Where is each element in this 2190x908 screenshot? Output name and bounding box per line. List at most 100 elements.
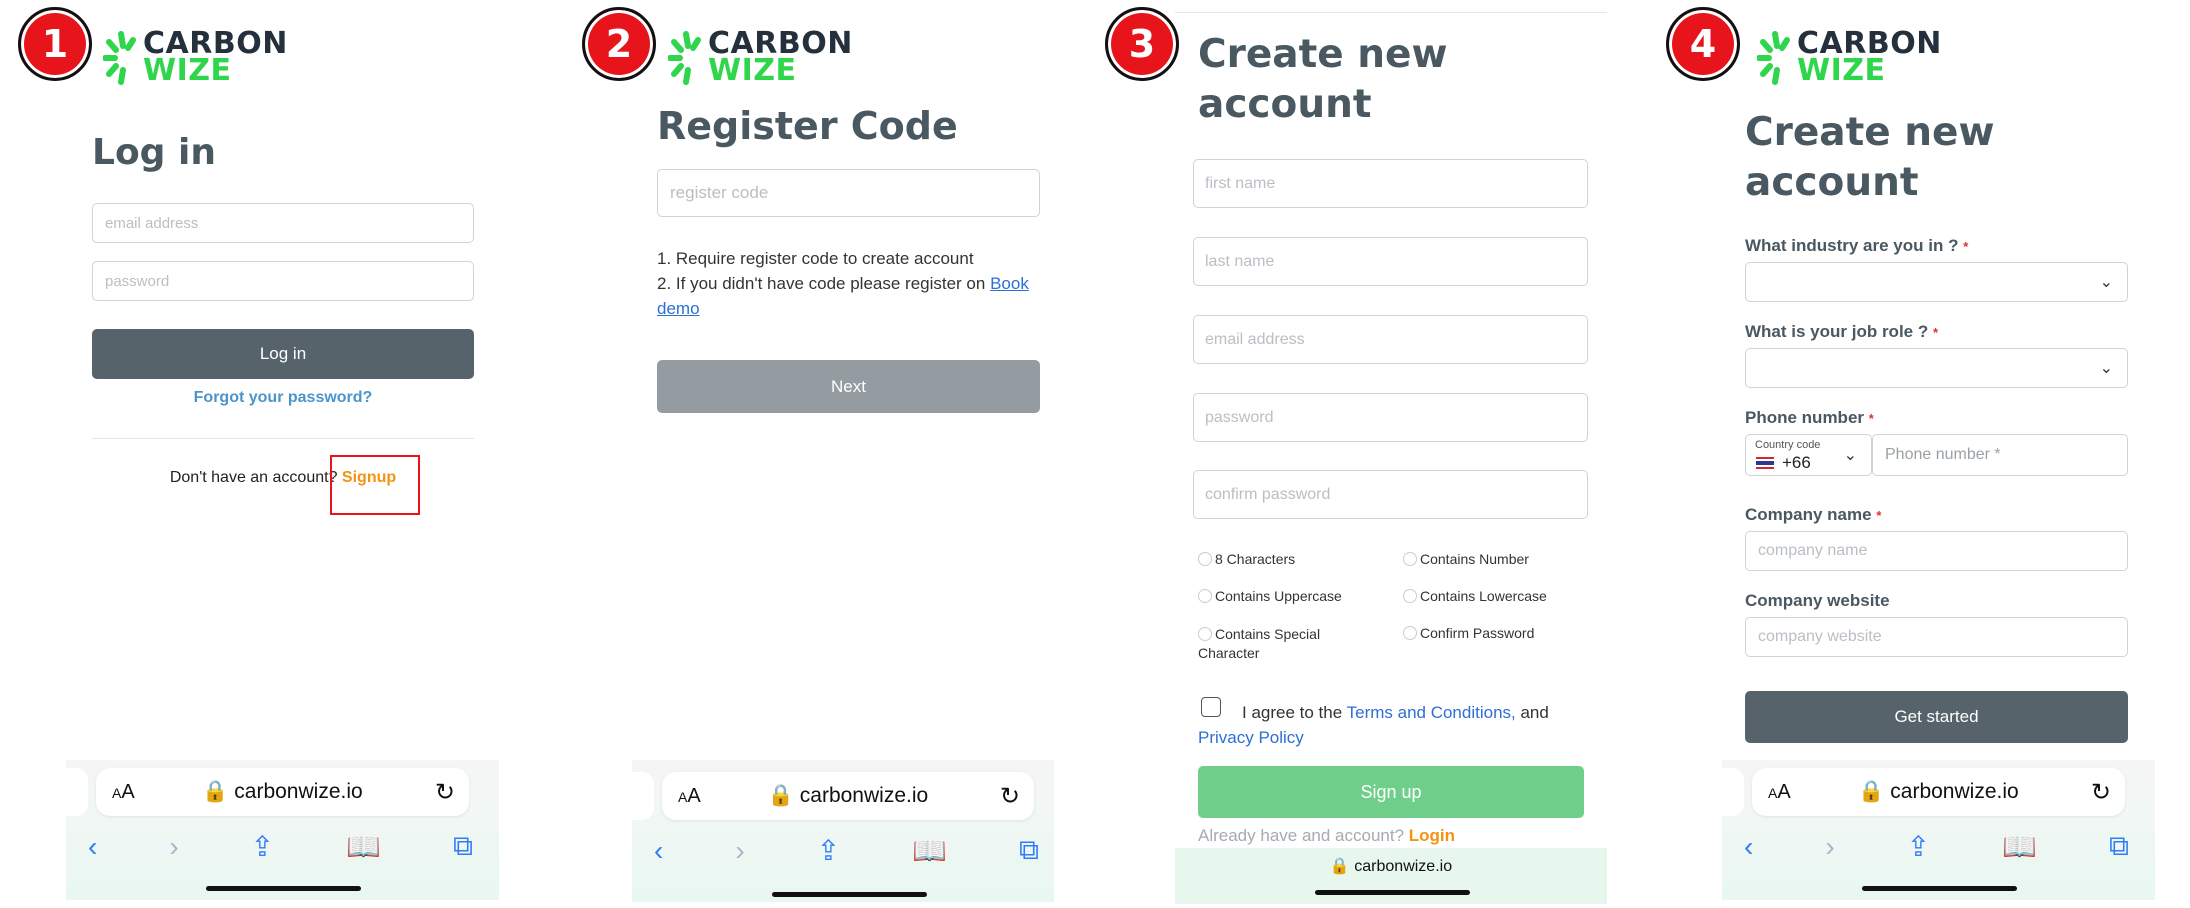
forward-icon[interactable]: › <box>1825 831 1834 863</box>
step-badge-3: 3 <box>1105 7 1179 81</box>
website-placeholder: company website <box>1758 628 1882 645</box>
back-icon[interactable]: ‹ <box>88 831 97 863</box>
company-input[interactable]: company name <box>1745 531 2128 571</box>
check-circle-icon <box>1198 627 1212 641</box>
password-placeholder: password <box>105 272 170 290</box>
home-indicator <box>1862 886 2017 891</box>
register-notes: 1. Require register code to create accou… <box>657 246 1057 321</box>
website-input[interactable]: company website <box>1745 617 2128 657</box>
check-special: Contains Special Character <box>1198 626 1321 661</box>
login-button-label: Log in <box>259 344 307 363</box>
book-demo-link[interactable]: Book <box>990 274 1029 293</box>
logo-word-wize: WIZE <box>708 53 797 88</box>
last-name-input[interactable]: last name <box>1193 237 1588 286</box>
phone-label: Phone number * <box>1745 408 1874 427</box>
address-bar[interactable]: AA 🔒 carbonwize.io ↻ <box>662 772 1034 820</box>
reload-icon[interactable]: ↻ <box>1000 782 1020 811</box>
forward-icon[interactable]: › <box>169 831 178 863</box>
next-button-label: Next <box>831 376 866 396</box>
back-icon[interactable]: ‹ <box>654 835 663 867</box>
country-code-caption: Country code <box>1755 439 1821 451</box>
email-placeholder: email address <box>1205 330 1305 348</box>
share-icon[interactable]: ⇪ <box>817 834 840 867</box>
login-link[interactable]: Login <box>1409 826 1455 845</box>
bookmarks-icon[interactable]: 📖 <box>912 834 947 867</box>
job-role-label: What is your job role ? * <box>1745 322 1939 341</box>
back-icon[interactable]: ‹ <box>1744 831 1753 863</box>
page-title: Log in <box>92 132 216 173</box>
email-input[interactable]: email address <box>1193 315 1588 364</box>
step-badge-4: 4 <box>1666 7 1740 81</box>
home-indicator <box>206 886 361 891</box>
safari-toolbar: AA 🔒 carbonwize.io ↻ ‹ › ⇪ 📖 ⧉ <box>1722 760 2155 900</box>
bookmarks-icon[interactable]: 📖 <box>2002 830 2037 863</box>
nav-icons: ‹ › ⇪ 📖 ⧉ <box>88 830 473 863</box>
tabs-icon[interactable]: ⧉ <box>1019 834 1039 867</box>
book-demo-link-cont[interactable]: demo <box>657 299 700 318</box>
reload-icon[interactable]: ↻ <box>2091 778 2111 807</box>
register-code-input[interactable]: register code <box>657 169 1040 217</box>
job-role-select[interactable]: ⌄ <box>1745 348 2128 388</box>
first-name-placeholder: first name <box>1205 174 1276 192</box>
bookmarks-icon[interactable]: 📖 <box>346 830 381 863</box>
password-placeholder: password <box>1205 408 1274 426</box>
phone-input[interactable]: Phone number * <box>1872 434 2128 476</box>
country-code-select[interactable]: Country code +66 ⌄ <box>1745 434 1872 476</box>
already-account-row: Already have and account? Login <box>1198 826 1456 845</box>
page-title: Register Code <box>657 104 958 148</box>
sign-up-button[interactable]: Sign up <box>1198 766 1584 818</box>
divider <box>92 438 474 439</box>
share-icon[interactable]: ⇪ <box>1907 830 1930 863</box>
privacy-link[interactable]: Privacy Policy <box>1198 728 1304 747</box>
sign-up-label: Sign up <box>1360 781 1422 802</box>
tabs-icon[interactable]: ⧉ <box>453 830 473 863</box>
note-1: 1. Require register code to create accou… <box>657 249 974 268</box>
safari-toolbar: AA 🔒 carbonwize.io ↻ ‹ › ⇪ 📖 ⧉ <box>66 760 499 900</box>
confirm-password-input[interactable]: confirm password <box>1193 470 1588 519</box>
check-circle-icon <box>1403 626 1417 640</box>
terms-link[interactable]: Terms and Conditions, <box>1347 703 1516 722</box>
confirm-password-placeholder: confirm password <box>1205 485 1331 503</box>
next-button[interactable]: Next <box>657 360 1040 413</box>
url-text: 🔒 carbonwize.io <box>767 784 929 807</box>
tabs-icon[interactable]: ⧉ <box>2109 830 2129 863</box>
step-badge-1: 1 <box>18 7 92 81</box>
address-bar[interactable]: AA 🔒 carbonwize.io ↻ <box>1752 768 2125 816</box>
industry-label: What industry are you in ? * <box>1745 236 1969 255</box>
email-placeholder: email address <box>105 214 199 232</box>
page-title: Create new account <box>1198 30 1448 130</box>
check-circle-icon <box>1198 589 1212 603</box>
check-circle-icon <box>1403 552 1417 566</box>
chevron-down-icon: ⌄ <box>2099 274 2113 291</box>
share-icon[interactable]: ⇪ <box>251 830 274 863</box>
safari-compact-bar: 🔒 carbonwize.io <box>1175 848 1607 904</box>
page-title-line1: Create new <box>1745 110 1995 155</box>
url-text: 🔒 carbonwize.io <box>1858 780 2019 803</box>
email-field[interactable]: email address <box>92 203 474 243</box>
terms-text: I agree to the Terms and Conditions, and… <box>1198 703 1549 747</box>
note-2: 2. If you didn't have code please regist… <box>657 274 1029 293</box>
check-circle-icon <box>1198 552 1212 566</box>
forgot-password-link[interactable]: Forgot your password? <box>92 389 474 407</box>
nav-icons: ‹ › ⇪ 📖 ⧉ <box>654 834 1039 867</box>
thai-flag-icon <box>1756 457 1774 469</box>
check-8-characters: 8 Characters <box>1198 551 1295 567</box>
industry-select[interactable]: ⌄ <box>1745 262 2128 302</box>
forward-icon[interactable]: › <box>735 835 744 867</box>
login-button[interactable]: Log in <box>92 329 474 379</box>
page-title-line2: account <box>1198 82 1372 127</box>
top-divider <box>1175 12 1607 13</box>
first-name-input[interactable]: first name <box>1193 159 1588 208</box>
get-started-button[interactable]: Get started <box>1745 691 2128 743</box>
signup-highlight-box <box>330 455 420 515</box>
carbonwize-logo: CARBON WIZE <box>668 28 868 88</box>
address-bar[interactable]: AA 🔒 carbonwize.io ↻ <box>96 768 469 816</box>
safari-toolbar: AA 🔒 carbonwize.io ↻ ‹ › ⇪ 📖 ⧉ <box>632 760 1054 902</box>
page-title-line2: account <box>1745 160 1919 205</box>
page-title-line1: Create new <box>1198 32 1448 77</box>
password-field[interactable]: password <box>92 261 474 301</box>
password-input[interactable]: password <box>1193 393 1588 442</box>
carbonwize-logo: CARBON WIZE <box>103 28 303 88</box>
reload-icon[interactable]: ↻ <box>435 778 455 807</box>
home-indicator <box>772 892 927 897</box>
